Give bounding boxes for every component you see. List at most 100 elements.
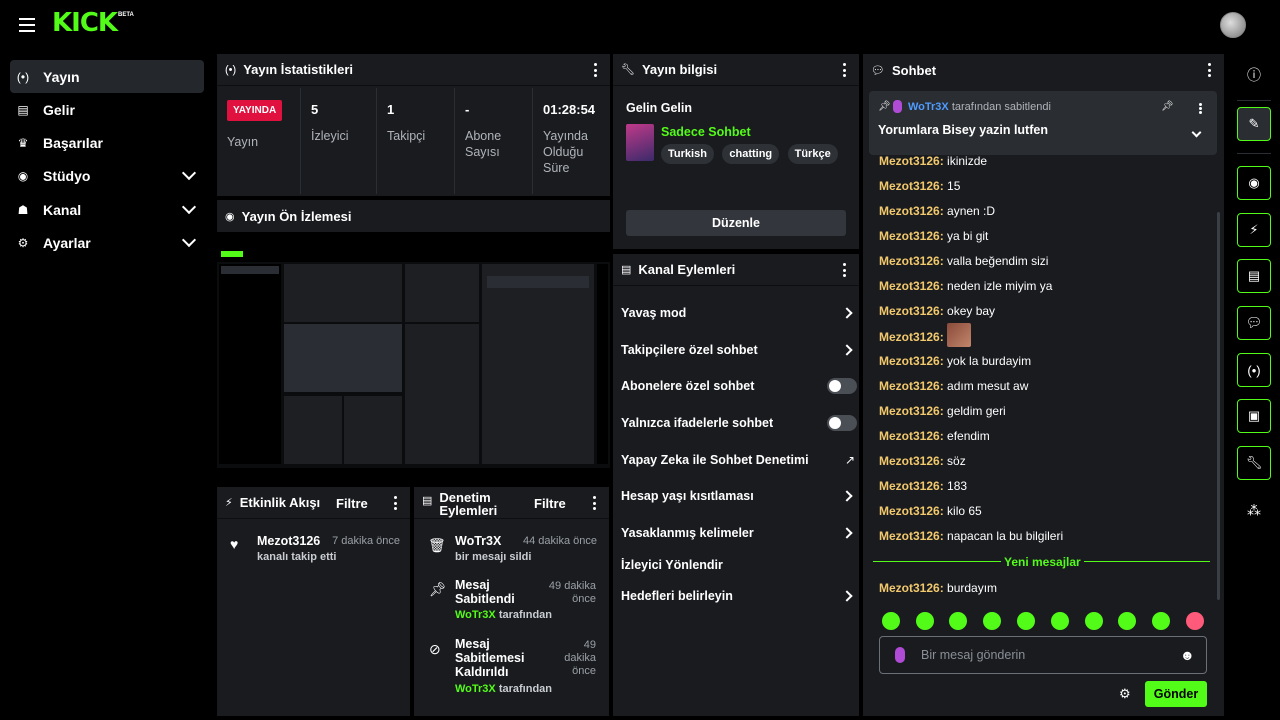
more-options-icon[interactable]	[593, 496, 597, 510]
panel-header: (•) Yayın İstatistikleri	[217, 54, 610, 86]
emote-button[interactable]	[1152, 612, 1170, 630]
sidebar-item-ayarlar[interactable]: ⚙ Ayarlar	[10, 226, 204, 259]
emote-button[interactable]	[1085, 612, 1103, 630]
sidebar-item-gelir[interactable]: ▤ Gelir	[10, 93, 204, 126]
pinned-by-text: tarafından sabitlendi	[951, 101, 1051, 113]
more-options-icon[interactable]	[394, 496, 398, 510]
list-icon: ▤	[621, 264, 632, 276]
chat-username[interactable]: Mezot3126:	[879, 354, 944, 368]
widgets-icon[interactable]: ⁂	[1237, 493, 1271, 527]
pinned-by-user[interactable]: WoTr3X	[908, 101, 949, 113]
chat-icon[interactable]: 💬︎	[1237, 306, 1271, 340]
more-options-icon[interactable]	[843, 63, 847, 77]
chat-username[interactable]: Mezot3126:	[879, 404, 944, 418]
subscribers-only-toggle[interactable]	[827, 378, 857, 394]
chat-username[interactable]: Mezot3126:	[879, 279, 944, 293]
menu-icon[interactable]	[19, 18, 35, 32]
chat-username[interactable]: Mezot3126:	[879, 154, 944, 168]
preview-icon[interactable]: ◉	[1237, 166, 1271, 200]
more-options-icon[interactable]	[1199, 103, 1203, 114]
banned-words-row[interactable]: Yasaklanmış kelimeler	[621, 521, 857, 545]
chevron-right-icon	[841, 590, 853, 602]
chat-username[interactable]: Mezot3126:	[879, 504, 944, 518]
filter-button[interactable]: Filtre	[534, 496, 566, 511]
emote-button[interactable]	[1017, 612, 1035, 630]
video-icon[interactable]: ▣	[1237, 399, 1271, 433]
chat-username[interactable]: Mezot3126:	[879, 179, 944, 193]
emote-button[interactable]	[949, 612, 967, 630]
mod-action-user[interactable]: WoTr3X	[455, 534, 501, 548]
tag[interactable]: Turkish	[661, 144, 714, 164]
avatar[interactable]	[1220, 12, 1246, 38]
sidebar-item-basarilar[interactable]: ♛ Başarılar	[10, 126, 204, 159]
emote-button[interactable]	[1118, 612, 1136, 630]
unpin-button[interactable]: 📌︎	[1161, 101, 1174, 112]
chevron-down-icon[interactable]	[181, 199, 197, 215]
chat-username[interactable]: Mezot3126:	[879, 379, 944, 393]
more-options-icon[interactable]	[1208, 63, 1212, 77]
lightning-icon[interactable]: ⚡︎	[1237, 213, 1271, 247]
edit-icon[interactable]: ✎	[1237, 107, 1271, 141]
divider	[1237, 100, 1271, 101]
top-bar: KICK BETA	[0, 0, 1280, 52]
channel-actions-panel: ▤ Kanal Eylemleri Yavaş mod Takipçilere …	[613, 254, 859, 716]
emote-button[interactable]	[916, 612, 934, 630]
chevron-down-icon[interactable]	[181, 165, 197, 181]
chat-username[interactable]: Mezot3126:	[879, 581, 944, 595]
chat-username[interactable]: Mezot3126:	[879, 204, 944, 218]
slow-mode-row[interactable]: Yavaş mod	[621, 301, 857, 325]
chevron-down-icon[interactable]	[1191, 127, 1202, 138]
sidebar-item-kanal[interactable]: ☗ Kanal	[10, 193, 204, 226]
ai-moderation-row[interactable]: Yapay Zeka ile Sohbet Denetimi ↗	[621, 448, 857, 472]
wrench-icon[interactable]: 🔧︎	[1237, 446, 1271, 480]
followers-only-row[interactable]: Takipçilere özel sohbet	[621, 338, 857, 362]
tag[interactable]: Türkçe	[787, 144, 838, 164]
emotes-only-toggle[interactable]	[827, 415, 857, 431]
edit-button[interactable]: Düzenle	[626, 210, 846, 236]
pinned-text: Yorumlara Bisey yazin lutfen	[878, 123, 1048, 137]
more-options-icon[interactable]	[594, 63, 598, 77]
gear-icon[interactable]: ⚙	[1119, 686, 1131, 702]
chat-username[interactable]: Mezot3126:	[879, 529, 944, 543]
mod-action-user[interactable]: WoTr3X	[455, 609, 496, 621]
sidebar-item-studyo[interactable]: ◉ Stüdyo	[10, 159, 204, 192]
panel-header: ◉ Yayın Ön İzlemesi	[217, 200, 610, 232]
broadcast-icon[interactable]: (•)	[1237, 353, 1271, 387]
info-icon[interactable]: ⓘ	[1237, 58, 1271, 92]
tag[interactable]: chatting	[722, 144, 780, 164]
emote-button[interactable]	[1051, 612, 1069, 630]
more-options-icon[interactable]	[843, 263, 847, 277]
chat-username[interactable]: Mezot3126:	[879, 429, 944, 443]
send-button[interactable]: Gönder	[1145, 681, 1207, 707]
chat-username[interactable]: Mezot3126:	[879, 229, 944, 243]
chat-username[interactable]: Mezot3126:	[879, 254, 944, 268]
category-link[interactable]: Sadece Sohbet	[661, 125, 751, 139]
account-age-row[interactable]: Hesap yaşı kısıtlaması	[621, 484, 857, 508]
chevron-down-icon[interactable]	[181, 232, 197, 248]
activity-user[interactable]: Mezot3126	[257, 534, 320, 548]
kick-logo[interactable]: KICK	[52, 8, 118, 38]
emote-button[interactable]	[882, 612, 900, 630]
chat-message: Mezot3126: kilo 65	[879, 504, 982, 518]
action-label: Hesap yaşı kısıtlaması	[621, 489, 754, 503]
emote-button[interactable]	[983, 612, 1001, 630]
emoji-icon[interactable]: ☻	[1180, 647, 1195, 663]
goals-row[interactable]: Hedefleri belirleyin	[621, 584, 857, 608]
filter-button[interactable]: Filtre	[336, 496, 368, 511]
chat-username[interactable]: Mezot3126:	[879, 304, 944, 318]
chat-username[interactable]: Mezot3126:	[879, 479, 944, 493]
mod-action-user[interactable]: WoTr3X	[455, 683, 496, 695]
stream-preview-video[interactable]	[217, 248, 610, 468]
list-icon[interactable]: ▤	[1237, 259, 1271, 293]
emote-button[interactable]	[1186, 612, 1204, 630]
chat-username[interactable]: Mezot3126:	[879, 330, 944, 344]
chat-text: 15	[947, 179, 961, 193]
chat-input[interactable]: Bir mesaj gönderin ☻	[879, 636, 1207, 674]
sidebar-item-yayin[interactable]: (•) Yayın	[10, 60, 204, 93]
mod-action-title: Mesaj Sabitlendi	[455, 578, 515, 606]
chat-message: Mezot3126: okey bay	[879, 304, 995, 318]
chat-username[interactable]: Mezot3126:	[879, 454, 944, 468]
chat-scrollbar[interactable]	[1217, 212, 1220, 600]
mod-action-desc: tarafından	[498, 683, 553, 695]
raid-row[interactable]: İzleyici Yönlendir	[621, 553, 857, 577]
